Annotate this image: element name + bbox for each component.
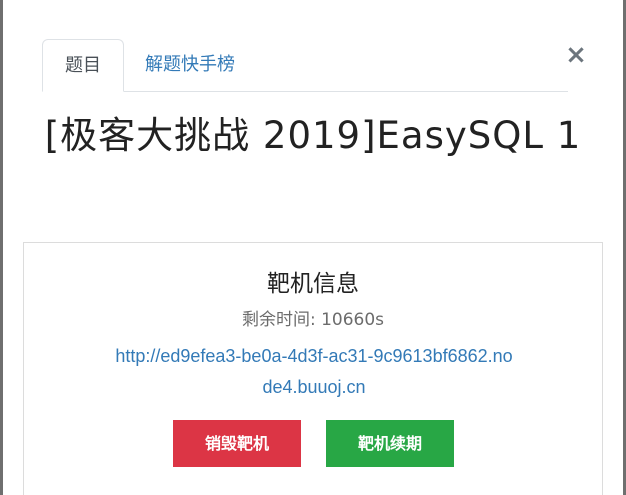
instance-info-card: 靶机信息 剩余时间: 10660s http://ed9efea3-be0a-4… [23, 242, 603, 495]
remaining-time-value: 10660s [321, 310, 385, 330]
backdrop-edge-left [0, 0, 3, 495]
instance-url-link[interactable]: http://ed9efea3-be0a-4d3f-ac31-9c9613bf6… [114, 341, 514, 403]
remaining-time: 剩余时间: 10660s [24, 307, 602, 333]
modal-tabs: 题目 解题快手榜 [42, 39, 568, 92]
instance-heading: 靶机信息 [267, 271, 359, 297]
challenge-title: [极客大挑战 2019]EasySQL 1 [44, 114, 582, 157]
tab-leaderboard[interactable]: 解题快手榜 [145, 39, 235, 91]
renew-instance-button[interactable]: 靶机续期 [326, 420, 454, 467]
close-icon[interactable]: × [564, 40, 588, 70]
destroy-instance-button[interactable]: 销毁靶机 [173, 420, 301, 467]
remaining-time-label: 剩余时间: [241, 310, 322, 330]
tab-challenge[interactable]: 题目 [42, 39, 124, 92]
